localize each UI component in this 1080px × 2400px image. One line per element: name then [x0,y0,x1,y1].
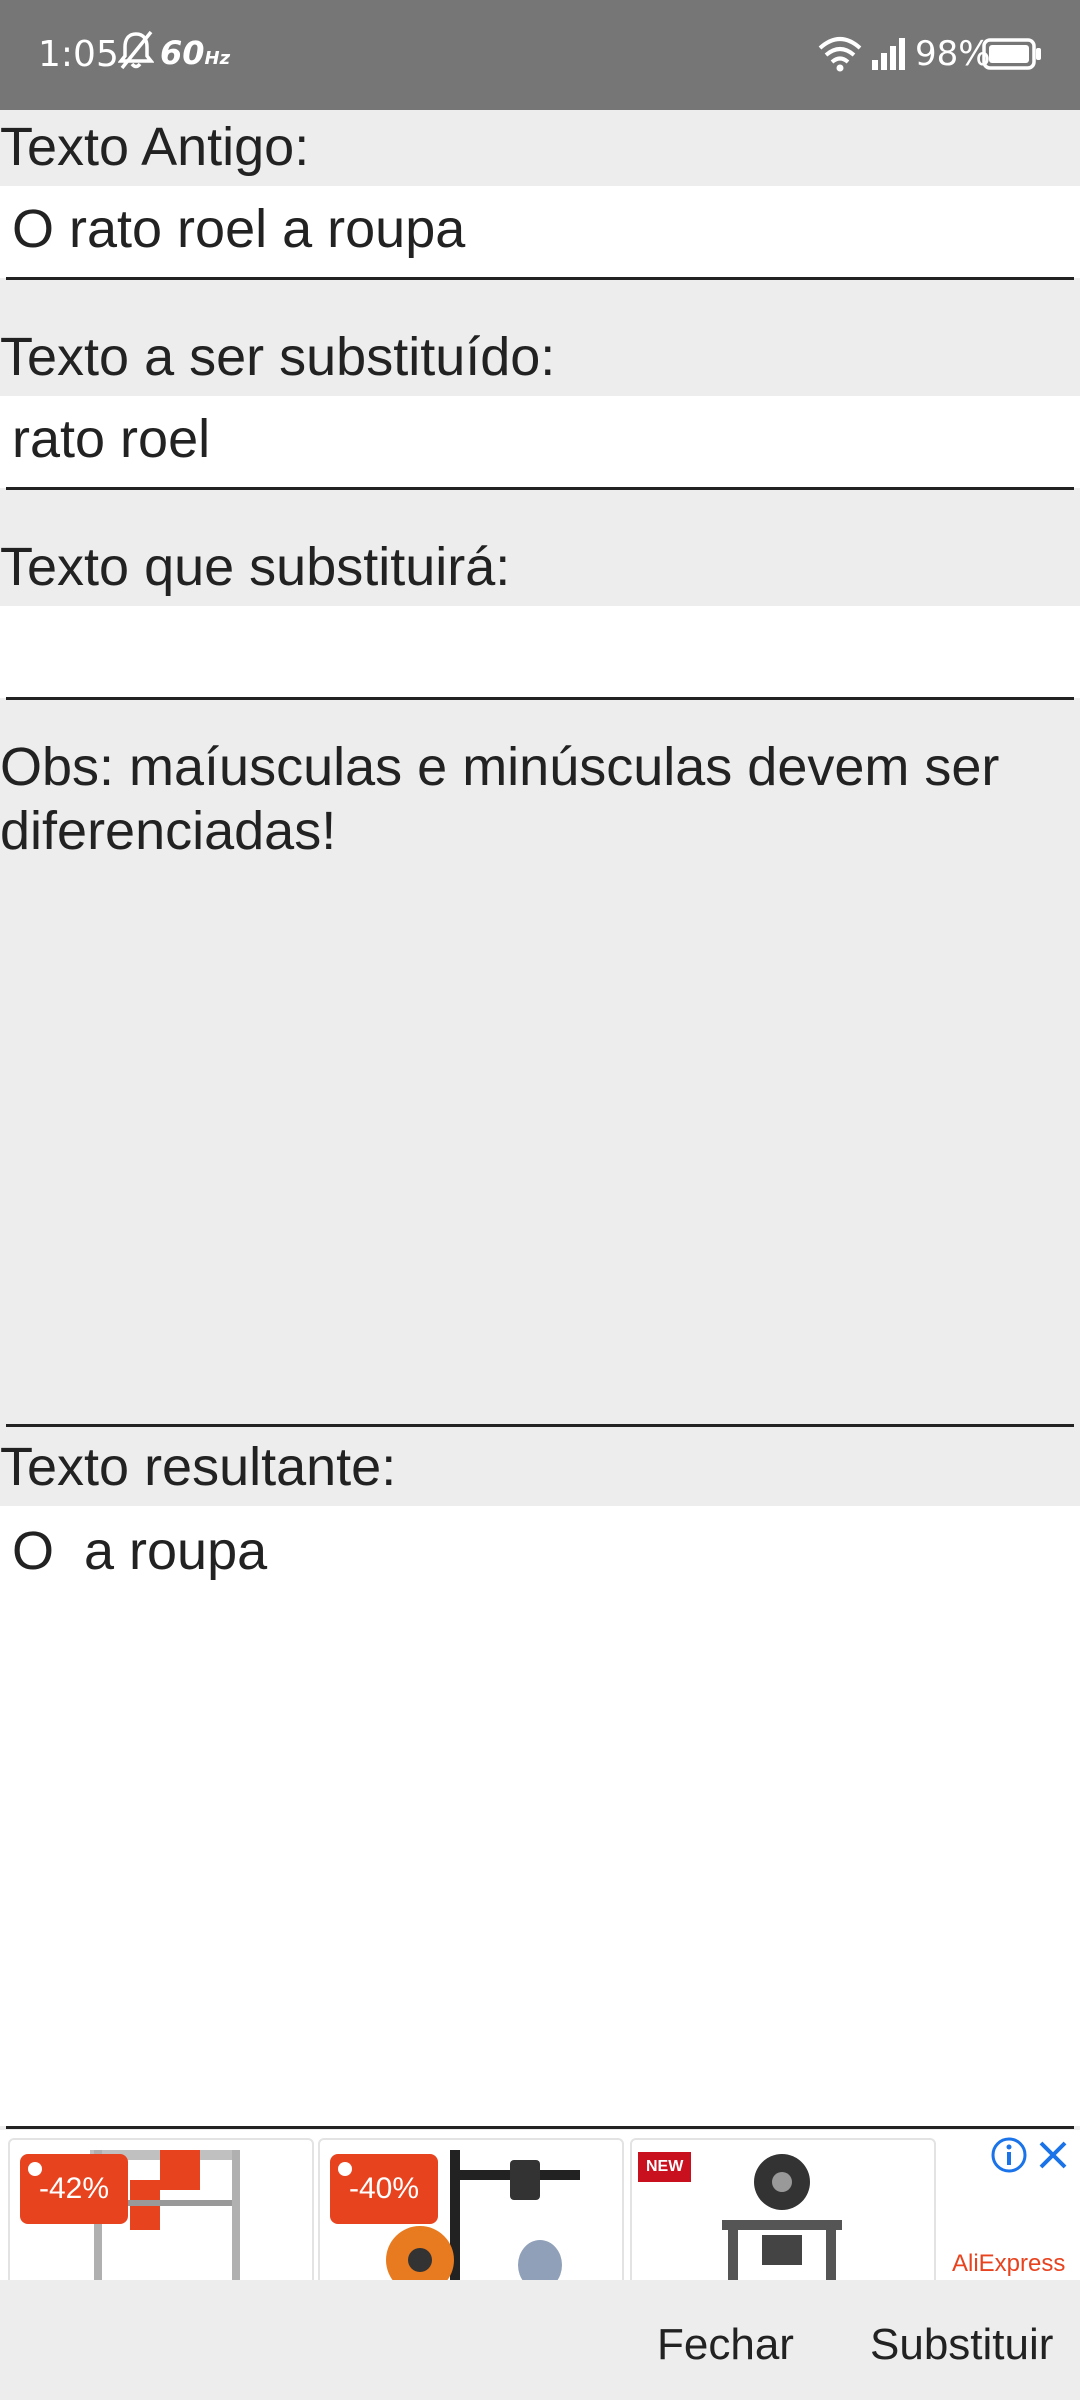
status-time: 1:05 [38,34,119,75]
old-text-value: O rato roel a roupa [12,199,466,259]
info-icon[interactable] [990,2136,1028,2179]
signal-icon [872,38,906,74]
replacement-field[interactable] [0,606,1080,698]
discount-badge: -40% [330,2154,438,2224]
replace-button[interactable]: Substituir [870,2320,1053,2370]
result-label: Texto resultante: [0,1437,397,1497]
replacement-label: Texto que substituirá: [0,537,511,597]
ad-banner[interactable]: -42% -40% NEW [0,2130,1080,2280]
close-button[interactable]: Fechar [657,2320,794,2370]
result-field[interactable]: O a roupa [0,1506,1080,2126]
result-value: O a roupa [12,1521,268,1581]
ad-product-card[interactable]: -40% [318,2138,624,2280]
ad-product-card[interactable]: NEW [630,2138,936,2280]
case-sensitivity-note: Obs: maíusculas e minúsculas devem ser d… [0,737,1000,861]
note-divider [6,1424,1074,1427]
refresh-rate: 60Hz [160,34,231,72]
new-badge: NEW [638,2152,692,2182]
battery-percent: 98% [915,34,991,74]
to-replace-label: Texto a ser substituído: [0,327,556,387]
mute-icon [117,30,155,74]
result-underline [6,2126,1074,2129]
to-replace-field[interactable]: rato roel [0,396,1080,488]
to-replace-value: rato roel [12,409,211,469]
ad-product-card[interactable]: -42% [8,2138,314,2280]
old-text-label: Texto Antigo: [0,117,310,177]
replacement-underline [6,697,1074,700]
old-text-field[interactable]: O rato roel a roupa [0,186,1080,278]
to-replace-underline [6,487,1074,490]
battery-icon [982,38,1042,74]
ad-brand: AliExpress [952,2250,1066,2277]
status-bar: 1:05 60Hz 98% [0,0,1080,110]
wifi-icon [818,36,862,76]
close-icon[interactable] [1036,2138,1070,2177]
old-text-underline [6,277,1074,280]
action-bar: Fechar Substituir [0,2280,1080,2400]
discount-badge: -42% [20,2154,128,2224]
